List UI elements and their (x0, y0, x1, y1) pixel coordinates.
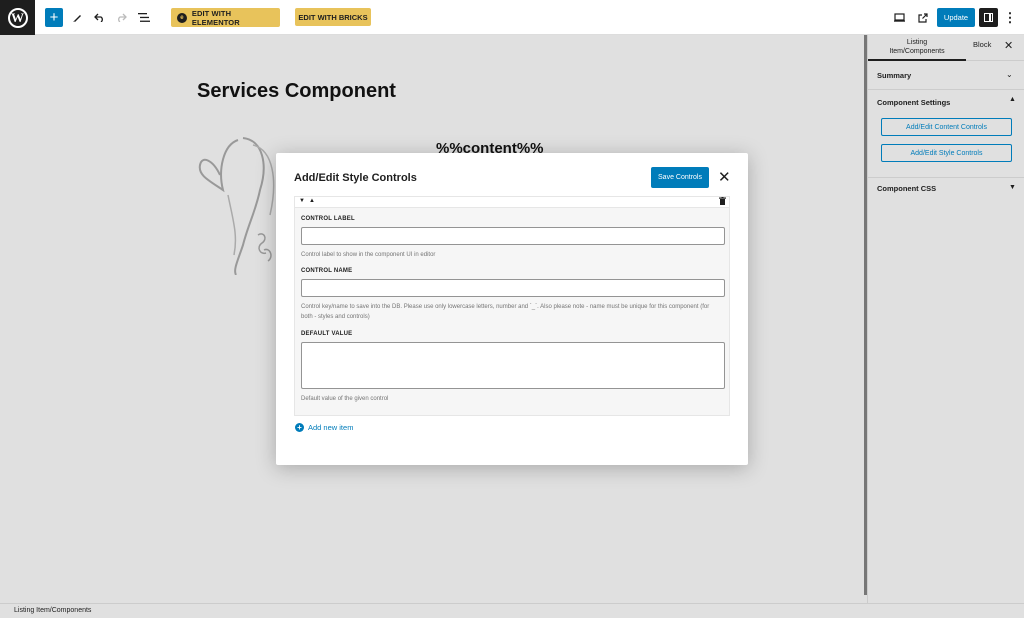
list-view-icon (138, 13, 150, 22)
default-value-help: Default value of the given control (301, 396, 389, 402)
repeater-item-header: ▼ ▲ (295, 197, 729, 208)
sidebar-tabs: Listing Item/Components Block ✕ (868, 35, 1024, 61)
elementor-icon: e (177, 12, 187, 23)
close-icon: ✕ (718, 169, 731, 186)
tab-listing-label-line1: Listing (906, 39, 928, 46)
block-inserter-button[interactable]: + (45, 8, 63, 27)
wordpress-logo-button[interactable]: W (0, 0, 35, 35)
tab-listing-label-line2: Item/Components (889, 48, 945, 55)
component-settings-panel: Component Settings ▲ Add/Edit Content Co… (868, 90, 1024, 178)
redo-icon (117, 13, 127, 22)
add-edit-style-controls-button[interactable]: Add/Edit Style Controls (881, 144, 1012, 162)
tab-block[interactable]: Block (973, 40, 991, 49)
summary-heading: Summary (877, 71, 912, 80)
external-link-icon (918, 12, 928, 23)
close-icon: ✕ (1004, 40, 1014, 52)
tab-listing-item-components[interactable]: Listing Item/Components (868, 35, 966, 61)
move-up-icon[interactable]: ▲ (309, 198, 315, 204)
editor-footer: Listing Item/Components (0, 603, 1024, 618)
repeater-item: ▼ ▲ CONTROL LABEL Control label to show … (294, 196, 730, 416)
page-title[interactable]: Services Component (197, 80, 396, 103)
style-controls-modal: Add/Edit Style Controls Save Controls ✕ … (276, 153, 748, 465)
wordpress-icon: W (7, 7, 28, 28)
component-css-panel[interactable]: Component CSS ▼ (868, 178, 1024, 203)
desktop-icon (893, 13, 905, 22)
add-edit-content-controls-button[interactable]: Add/Edit Content Controls (881, 118, 1012, 136)
tools-button[interactable] (70, 8, 84, 27)
view-button[interactable] (891, 8, 907, 27)
sidebar-icon (984, 13, 993, 22)
move-down-icon[interactable]: ▼ (299, 198, 305, 204)
summary-panel[interactable]: Summary ⌄ (868, 62, 1024, 90)
control-name-input[interactable] (301, 279, 725, 297)
add-new-item-button[interactable]: + Add new item (295, 423, 353, 432)
sidebar-close-button[interactable]: ✕ (1004, 39, 1013, 52)
document-overview-button[interactable] (136, 8, 152, 27)
options-button[interactable]: ⋮ (1003, 8, 1017, 27)
component-settings-heading[interactable]: Component Settings (877, 98, 950, 107)
caret-up-icon: ▲ (1009, 96, 1016, 103)
modal-title: Add/Edit Style Controls (294, 172, 417, 184)
control-name-help: Control key/name to save into the DB. Pl… (301, 304, 710, 320)
add-circle-icon: + (295, 423, 304, 432)
control-label-label: CONTROL LABEL (301, 216, 355, 222)
undo-button[interactable] (92, 8, 106, 27)
chevron-down-icon: ⌄ (1006, 70, 1013, 79)
settings-toggle-button[interactable] (979, 8, 998, 27)
view-post-button[interactable] (915, 8, 931, 27)
update-button[interactable]: Update (937, 8, 975, 27)
edit-with-bricks-button[interactable]: EDIT WITH BRICKS (295, 8, 371, 26)
add-new-item-label: Add new item (308, 423, 354, 432)
default-value-label: DEFAULT VALUE (301, 331, 353, 337)
control-label-input[interactable] (301, 227, 725, 245)
caret-down-icon: ▼ (1009, 184, 1016, 191)
control-name-label: CONTROL NAME (301, 268, 353, 274)
footer-breadcrumb[interactable]: Listing Item/Components (14, 607, 91, 614)
modal-close-button[interactable]: ✕ (718, 168, 731, 186)
edit-with-elementor-label: EDIT WITH ELEMENTOR (191, 8, 240, 27)
redo-button[interactable] (114, 8, 128, 27)
default-value-textarea[interactable] (301, 342, 725, 389)
pen-icon (72, 15, 81, 22)
editor-toolbar: W + e EDIT WITH ELEMENTOR EDIT WITH BRIC… (0, 0, 1024, 35)
decorative-sketch-image (198, 137, 275, 275)
trash-icon[interactable] (719, 197, 726, 207)
more-vertical-icon: ⋮ (1003, 9, 1017, 25)
save-controls-button[interactable]: Save Controls (651, 167, 709, 188)
settings-sidebar: Listing Item/Components Block ✕ Summary … (867, 35, 1024, 603)
edit-with-elementor-button[interactable]: e EDIT WITH ELEMENTOR (171, 8, 280, 27)
plus-icon: + (49, 9, 59, 26)
component-css-heading: Component CSS (877, 184, 937, 193)
undo-icon (93, 13, 103, 22)
control-label-help: Control label to show in the component U… (301, 252, 436, 258)
